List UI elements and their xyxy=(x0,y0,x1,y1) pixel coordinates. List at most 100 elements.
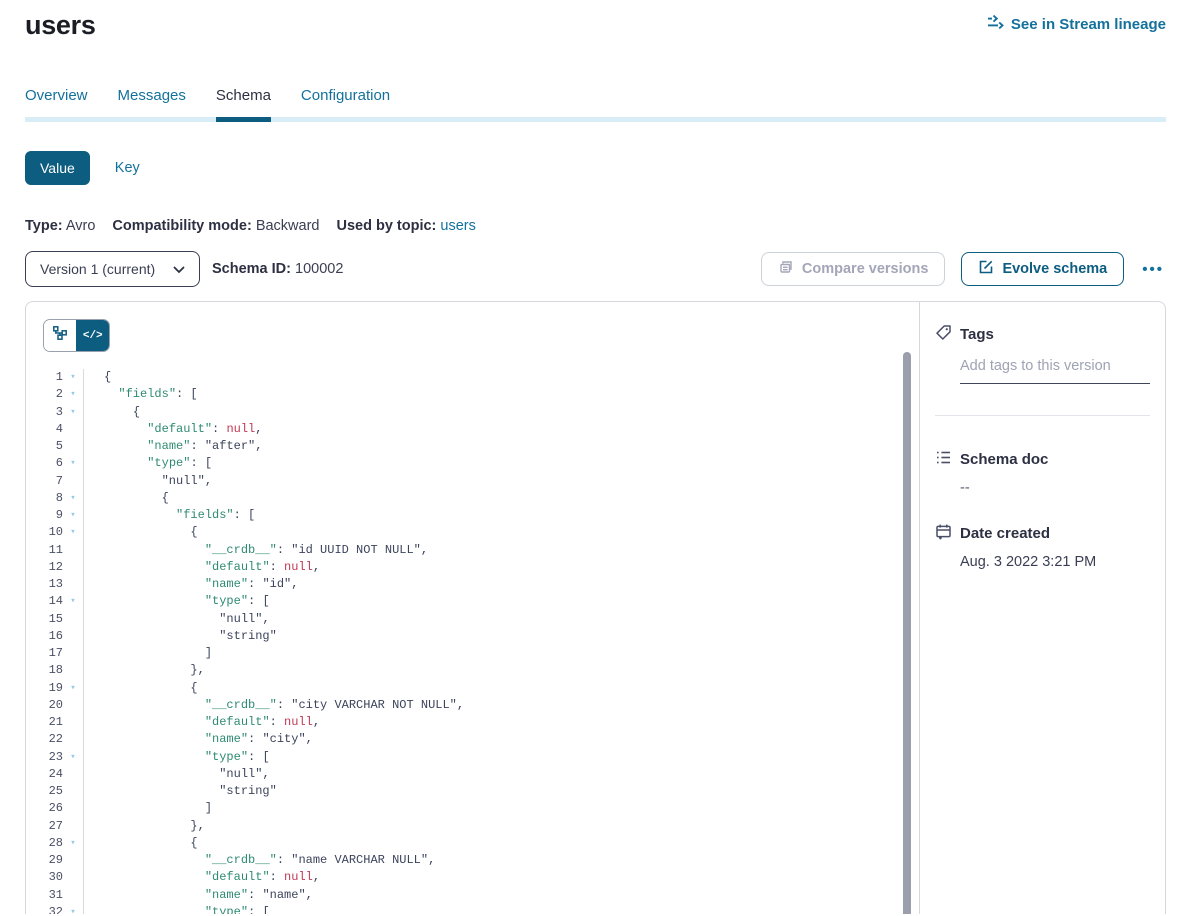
line-number: 28 xyxy=(37,835,63,852)
code-text: "type": [ xyxy=(83,904,919,914)
fold-spacer xyxy=(63,542,83,559)
code-text: { xyxy=(83,680,919,697)
code-text: "fields": [ xyxy=(83,386,919,403)
line-number: 13 xyxy=(37,576,63,593)
schema-type: Type: Avro xyxy=(25,218,95,234)
line-number: 10 xyxy=(37,524,63,541)
compare-versions-button[interactable]: Compare versions xyxy=(761,252,946,286)
fold-spacer xyxy=(63,559,83,576)
code-text: { xyxy=(83,369,919,386)
compare-versions-label: Compare versions xyxy=(802,261,929,277)
code-text: "string" xyxy=(83,628,919,645)
more-actions-menu[interactable]: ••• xyxy=(1140,261,1166,278)
line-number: 17 xyxy=(37,645,63,662)
line-number: 22 xyxy=(37,731,63,748)
line-number: 1 xyxy=(37,369,63,386)
code-text: { xyxy=(83,404,919,421)
page-title: users xyxy=(25,8,96,42)
code-text: "name": "id", xyxy=(83,576,919,593)
fold-arrow-icon[interactable]: ▾ xyxy=(63,490,83,507)
line-number: 21 xyxy=(37,714,63,731)
fold-arrow-icon[interactable]: ▾ xyxy=(63,369,83,386)
code-text: "default": null, xyxy=(83,559,919,576)
code-lines: 1▾{2▾ "fields": [3▾ {4 "default": null,5… xyxy=(26,369,919,914)
code-line: 3▾ { xyxy=(26,404,919,421)
line-number: 32 xyxy=(37,904,63,914)
line-number: 27 xyxy=(37,818,63,835)
date-created-title: Date created xyxy=(960,525,1050,542)
evolve-schema-button[interactable]: Evolve schema xyxy=(961,252,1124,286)
schema-detail-panel: </> 1▾{2▾ "fields": [3▾ {4 "default": nu… xyxy=(25,301,1166,914)
value-key-toggle: Value Key xyxy=(25,151,1166,185)
tags-section-header: Tags xyxy=(935,324,1150,345)
key-toggle-link[interactable]: Key xyxy=(115,160,140,176)
code-line: 14▾ "type": [ xyxy=(26,593,919,610)
tab-underline-track xyxy=(25,117,1166,122)
tab-messages[interactable]: Messages xyxy=(118,87,186,117)
type-value: Avro xyxy=(66,218,96,234)
code-line: 16 "string" xyxy=(26,628,919,645)
code-line: 29 "__crdb__": "name VARCHAR NULL", xyxy=(26,852,919,869)
code-line: 32▾ "type": [ xyxy=(26,904,919,914)
fold-arrow-icon[interactable]: ▾ xyxy=(63,524,83,541)
topic-link[interactable]: users xyxy=(440,218,475,234)
line-number: 6 xyxy=(37,455,63,472)
code-line: 28▾ { xyxy=(26,835,919,852)
tab-configuration[interactable]: Configuration xyxy=(301,87,390,117)
fold-arrow-icon[interactable]: ▾ xyxy=(63,835,83,852)
schema-code-panel: </> 1▾{2▾ "fields": [3▾ {4 "default": nu… xyxy=(26,302,919,914)
stream-lineage-icon xyxy=(987,14,1004,34)
compat-label: Compatibility mode: xyxy=(112,218,251,234)
code-text: "default": null, xyxy=(83,714,919,731)
value-toggle-button[interactable]: Value xyxy=(25,151,90,185)
tree-view-button[interactable] xyxy=(44,320,77,351)
code-line: 2▾ "fields": [ xyxy=(26,386,919,403)
page-header: users See in Stream lineage xyxy=(25,8,1166,42)
fold-arrow-icon[interactable]: ▾ xyxy=(63,593,83,610)
fold-spacer xyxy=(63,438,83,455)
line-number: 4 xyxy=(37,421,63,438)
code-line: 19▾ { xyxy=(26,680,919,697)
fold-arrow-icon[interactable]: ▾ xyxy=(63,404,83,421)
fold-spacer xyxy=(63,887,83,904)
code-text: }, xyxy=(83,818,919,835)
see-in-stream-lineage-link[interactable]: See in Stream lineage xyxy=(987,14,1166,34)
schema-doc-header: Schema doc xyxy=(935,449,1150,470)
code-line: 13 "name": "id", xyxy=(26,576,919,593)
add-tags-input[interactable] xyxy=(960,358,1150,384)
code-text: "null", xyxy=(83,611,919,628)
code-scrollbar[interactable] xyxy=(903,352,911,914)
fold-arrow-icon[interactable]: ▾ xyxy=(63,507,83,524)
fold-arrow-icon[interactable]: ▾ xyxy=(63,749,83,766)
line-number: 23 xyxy=(37,749,63,766)
tab-schema[interactable]: Schema xyxy=(216,87,271,117)
code-view-toolbar: </> xyxy=(26,302,919,352)
fold-arrow-icon[interactable]: ▾ xyxy=(63,904,83,914)
code-text: "null", xyxy=(83,473,919,490)
list-icon xyxy=(935,449,952,470)
code-view-button[interactable]: </> xyxy=(77,320,110,351)
compat-value: Backward xyxy=(256,218,320,234)
tab-overview[interactable]: Overview xyxy=(25,87,88,117)
fold-spacer xyxy=(63,818,83,835)
version-actions: Compare versions Evolve schema ••• xyxy=(761,252,1166,286)
code-line: 7 "null", xyxy=(26,473,919,490)
code-view-icon: </> xyxy=(83,330,103,342)
schema-doc-title: Schema doc xyxy=(960,451,1048,468)
code-text: }, xyxy=(83,662,919,679)
schema-meta-row: Type: Avro Compatibility mode: Backward … xyxy=(25,218,1166,234)
code-line: 4 "default": null, xyxy=(26,421,919,438)
version-select[interactable]: Version 1 (current) xyxy=(25,251,200,287)
code-text: "name": "after", xyxy=(83,438,919,455)
code-line: 10▾ { xyxy=(26,524,919,541)
fold-arrow-icon[interactable]: ▾ xyxy=(63,455,83,472)
code-text: "null", xyxy=(83,766,919,783)
tree-view-icon xyxy=(52,325,68,346)
version-select-value: Version 1 (current) xyxy=(40,261,155,277)
fold-arrow-icon[interactable]: ▾ xyxy=(63,386,83,403)
compatibility-mode: Compatibility mode: Backward xyxy=(112,218,319,234)
code-line: 27 }, xyxy=(26,818,919,835)
schema-id-label: Schema ID: xyxy=(212,261,291,277)
code-text: "fields": [ xyxy=(83,507,919,524)
fold-arrow-icon[interactable]: ▾ xyxy=(63,680,83,697)
